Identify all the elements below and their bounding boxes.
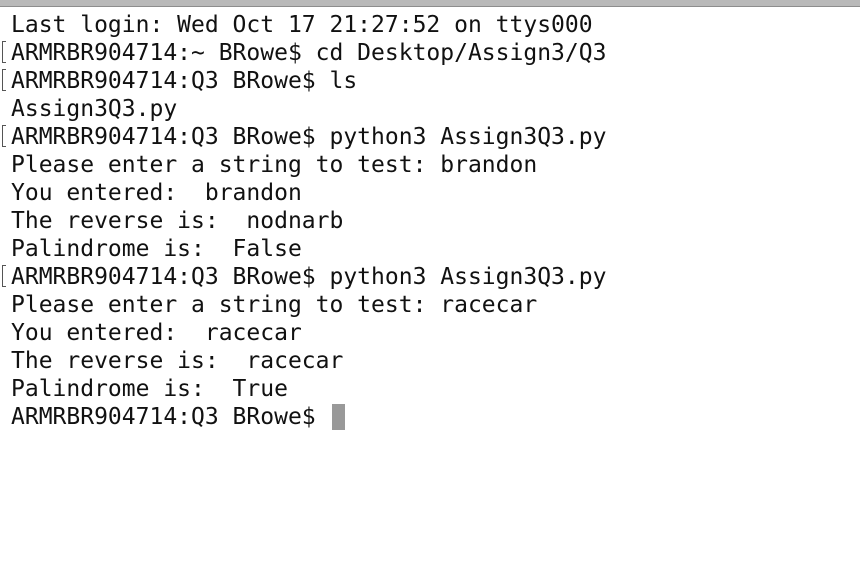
line-text: The reverse is: racecar [11, 348, 344, 374]
terminal-line: The reverse is: nodnarb [0, 207, 860, 235]
line-text: You entered: brandon [11, 180, 302, 206]
prompt-mark-icon [2, 125, 6, 147]
prompt-line[interactable]: ARMRBR904714:Q3 BRowe$ [0, 403, 860, 431]
terminal-line: ARMRBR904714:Q3 BRowe$ python3 Assign3Q3… [0, 123, 860, 151]
line-text: The reverse is: nodnarb [11, 208, 344, 234]
prompt-mark-icon [2, 265, 6, 287]
line-text: Assign3Q3.py [11, 96, 178, 122]
prompt-mark-icon [2, 41, 6, 63]
line-text: ARMRBR904714:Q3 BRowe$ python3 Assign3Q3… [11, 264, 607, 290]
terminal-line: The reverse is: racecar [0, 347, 860, 375]
line-text: ARMRBR904714:~ BRowe$ cd Desktop/Assign3… [11, 40, 607, 66]
text-cursor [331, 404, 345, 430]
line-text: ARMRBR904714:Q3 BRowe$ ls [11, 68, 358, 94]
terminal-line: ARMRBR904714:Q3 BRowe$ ls [0, 67, 860, 95]
terminal-line: Palindrome is: False [0, 235, 860, 263]
terminal-output[interactable]: Last login: Wed Oct 17 21:27:52 on ttys0… [0, 11, 860, 431]
terminal-line: Palindrome is: True [0, 375, 860, 403]
terminal-line: Assign3Q3.py [0, 95, 860, 123]
terminal-line: You entered: racecar [0, 319, 860, 347]
terminal-line: Please enter a string to test: racecar [0, 291, 860, 319]
line-text: Please enter a string to test: brandon [11, 152, 538, 178]
line-text: Please enter a string to test: racecar [11, 292, 538, 318]
line-text: ARMRBR904714:Q3 BRowe$ python3 Assign3Q3… [11, 124, 607, 150]
line-text: You entered: racecar [11, 320, 302, 346]
line-text: Last login: Wed Oct 17 21:27:52 on ttys0… [11, 12, 593, 38]
prompt-text: ARMRBR904714:Q3 BRowe$ [11, 404, 330, 430]
terminal-line: You entered: brandon [0, 179, 860, 207]
terminal-line: ARMRBR904714:Q3 BRowe$ python3 Assign3Q3… [0, 263, 860, 291]
prompt-mark-icon [2, 69, 6, 91]
line-text: Palindrome is: False [11, 236, 302, 262]
terminal-line: Last login: Wed Oct 17 21:27:52 on ttys0… [0, 11, 860, 39]
window-top-edge [0, 0, 860, 7]
terminal-line: ARMRBR904714:~ BRowe$ cd Desktop/Assign3… [0, 39, 860, 67]
line-text: Palindrome is: True [11, 376, 288, 402]
terminal-line: Please enter a string to test: brandon [0, 151, 860, 179]
